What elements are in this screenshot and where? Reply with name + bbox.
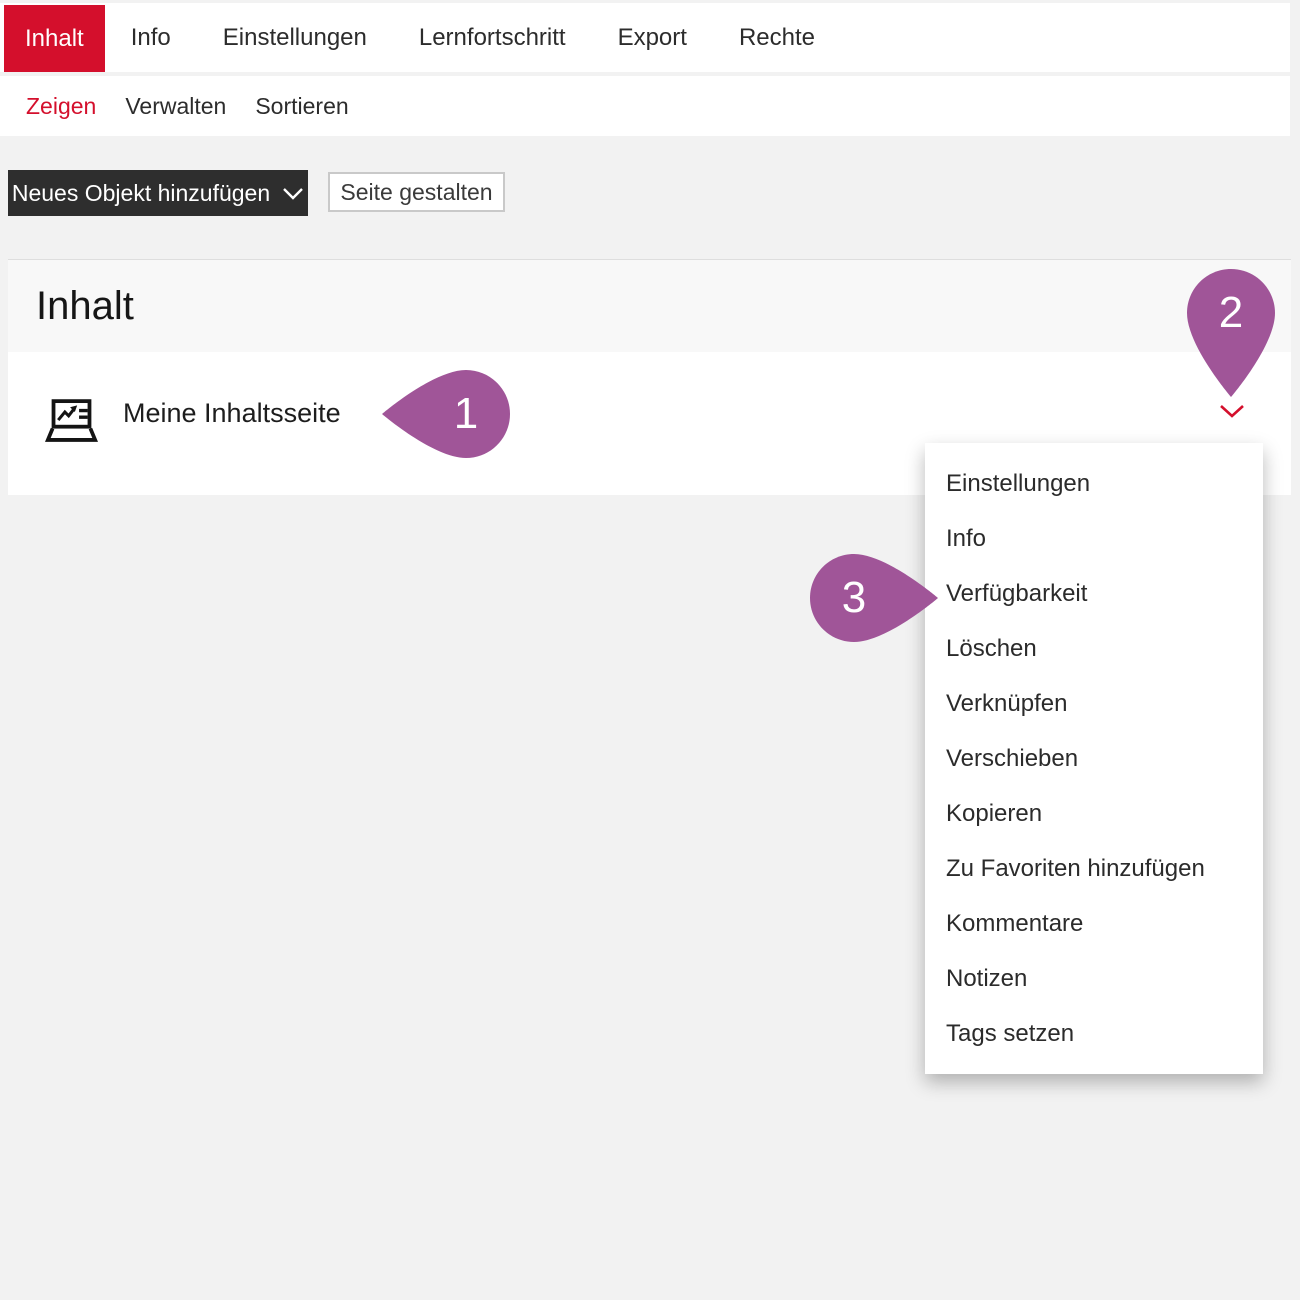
subtab-verwalten[interactable]: Verwalten bbox=[125, 93, 226, 120]
tab-rechte[interactable]: Rechte bbox=[713, 3, 841, 72]
annotation-number-1: 1 bbox=[454, 389, 478, 439]
panel-title: Inhalt bbox=[36, 284, 134, 329]
annotation-number-3: 3 bbox=[842, 573, 866, 623]
annotation-marker-1: 1 bbox=[402, 350, 490, 478]
laptop-chart-icon bbox=[45, 398, 98, 444]
menu-item-verschieben[interactable]: Verschieben bbox=[925, 731, 1263, 786]
menu-item-notizen[interactable]: Notizen bbox=[925, 951, 1263, 1006]
content-panel-header: Inhalt bbox=[8, 260, 1291, 352]
menu-item-zu-favoriten[interactable]: Zu Favoriten hinzufügen bbox=[925, 841, 1263, 896]
menu-item-kommentare[interactable]: Kommentare bbox=[925, 896, 1263, 951]
pin-left-icon bbox=[382, 370, 510, 458]
menu-item-kopieren[interactable]: Kopieren bbox=[925, 786, 1263, 841]
menu-item-loeschen[interactable]: Löschen bbox=[925, 621, 1263, 676]
annotation-marker-3: 3 bbox=[830, 534, 918, 662]
item-actions-chevron-icon[interactable] bbox=[1219, 404, 1245, 419]
subtab-bar: Zeigen Verwalten Sortieren bbox=[0, 76, 1290, 136]
design-page-button[interactable]: Seite gestalten bbox=[328, 172, 505, 212]
tab-bar: Inhalt Info Einstellungen Lernfortschrit… bbox=[0, 3, 1290, 72]
subtab-sortieren[interactable]: Sortieren bbox=[255, 93, 348, 120]
tab-info[interactable]: Info bbox=[105, 3, 197, 72]
annotation-marker-2: 2 bbox=[1187, 269, 1275, 397]
menu-item-verknuepfen[interactable]: Verknüpfen bbox=[925, 676, 1263, 731]
add-new-object-label: Neues Objekt hinzufügen bbox=[12, 180, 270, 207]
annotation-number-2: 2 bbox=[1219, 288, 1243, 338]
tab-export[interactable]: Export bbox=[592, 3, 713, 72]
add-new-object-button[interactable]: Neues Objekt hinzufügen bbox=[8, 170, 308, 216]
chevron-down-icon bbox=[282, 187, 304, 200]
subtab-zeigen[interactable]: Zeigen bbox=[26, 93, 96, 120]
pin-right-icon bbox=[810, 554, 938, 642]
tab-inhalt[interactable]: Inhalt bbox=[4, 5, 105, 72]
menu-item-einstellungen[interactable]: Einstellungen bbox=[925, 456, 1263, 511]
design-page-label: Seite gestalten bbox=[340, 179, 492, 206]
content-item-title[interactable]: Meine Inhaltsseite bbox=[123, 398, 341, 429]
menu-item-tags-setzen[interactable]: Tags setzen bbox=[925, 1006, 1263, 1061]
menu-item-info[interactable]: Info bbox=[925, 511, 1263, 566]
tab-einstellungen[interactable]: Einstellungen bbox=[197, 3, 393, 72]
menu-item-verfuegbarkeit[interactable]: Verfügbarkeit bbox=[925, 566, 1263, 621]
tab-lernfortschritt[interactable]: Lernfortschritt bbox=[393, 3, 592, 72]
item-actions-menu: Einstellungen Info Verfügbarkeit Löschen… bbox=[925, 443, 1263, 1074]
